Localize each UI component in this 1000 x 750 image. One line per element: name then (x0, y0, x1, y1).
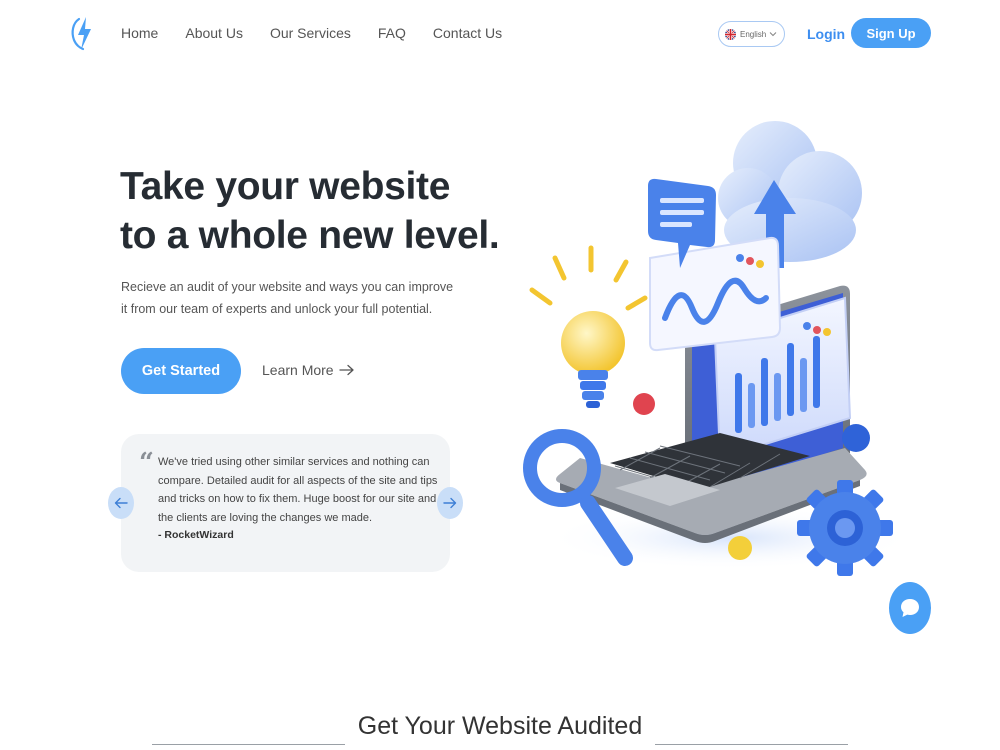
learn-more-label: Learn More (262, 362, 334, 378)
hero-illustration (523, 121, 915, 576)
arrow-right-icon (443, 497, 457, 509)
wave-panel (649, 236, 782, 352)
testimonial-quote: We've tried using other similar services… (158, 456, 438, 525)
arrow-left-icon (114, 497, 128, 509)
divider-right (655, 744, 848, 745)
divider-left (152, 744, 345, 745)
nav-link-our-services[interactable]: Our Services (270, 24, 351, 42)
cloud-shape (718, 121, 862, 262)
signup-button[interactable]: Sign Up (851, 18, 931, 48)
testimonial-next-button[interactable] (437, 487, 463, 519)
learn-more-link[interactable]: Learn More (262, 362, 355, 378)
chevron-down-icon (769, 32, 777, 37)
hero-title: Take your website to a whole new level. (120, 162, 540, 260)
nav-link-home[interactable]: Home (121, 24, 158, 42)
top-nav: Home About Us Our Services FAQ Contact U… (0, 0, 1000, 68)
yellow-sphere (728, 536, 752, 560)
light-bulb-shape (529, 245, 648, 408)
gear-shape (797, 480, 893, 576)
nav-links: Home About Us Our Services FAQ Contact U… (121, 24, 529, 42)
nav-link-contact-us[interactable]: Contact Us (433, 24, 502, 42)
testimonial-prev-button[interactable] (108, 487, 134, 519)
red-sphere (633, 393, 655, 415)
hero-subtitle: Recieve an audit of your website and way… (121, 280, 454, 316)
quote-icon: “ (139, 448, 154, 478)
uk-flag-icon (725, 28, 736, 40)
get-started-button[interactable]: Get Started (121, 348, 241, 394)
testimonial-author: - RocketWizard (158, 529, 234, 541)
login-link[interactable]: Login (807, 26, 845, 42)
language-select[interactable]: English (718, 21, 785, 47)
hero-title-line-2: to a whole new level. (120, 214, 500, 257)
blue-sphere (842, 424, 870, 452)
nav-link-faq[interactable]: FAQ (378, 24, 406, 42)
arrow-right-icon (338, 364, 354, 376)
landing-page: Home About Us Our Services FAQ Contact U… (0, 0, 1000, 750)
lightning-bolt-icon[interactable] (70, 16, 96, 52)
language-label: English (740, 29, 767, 39)
nav-link-about-us[interactable]: About Us (185, 24, 243, 42)
chat-bubble-icon (901, 599, 919, 617)
section-title: Get Your Website Audited (357, 712, 643, 740)
hero-title-line-1: Take your website (120, 165, 451, 208)
chat-button[interactable] (889, 582, 931, 634)
